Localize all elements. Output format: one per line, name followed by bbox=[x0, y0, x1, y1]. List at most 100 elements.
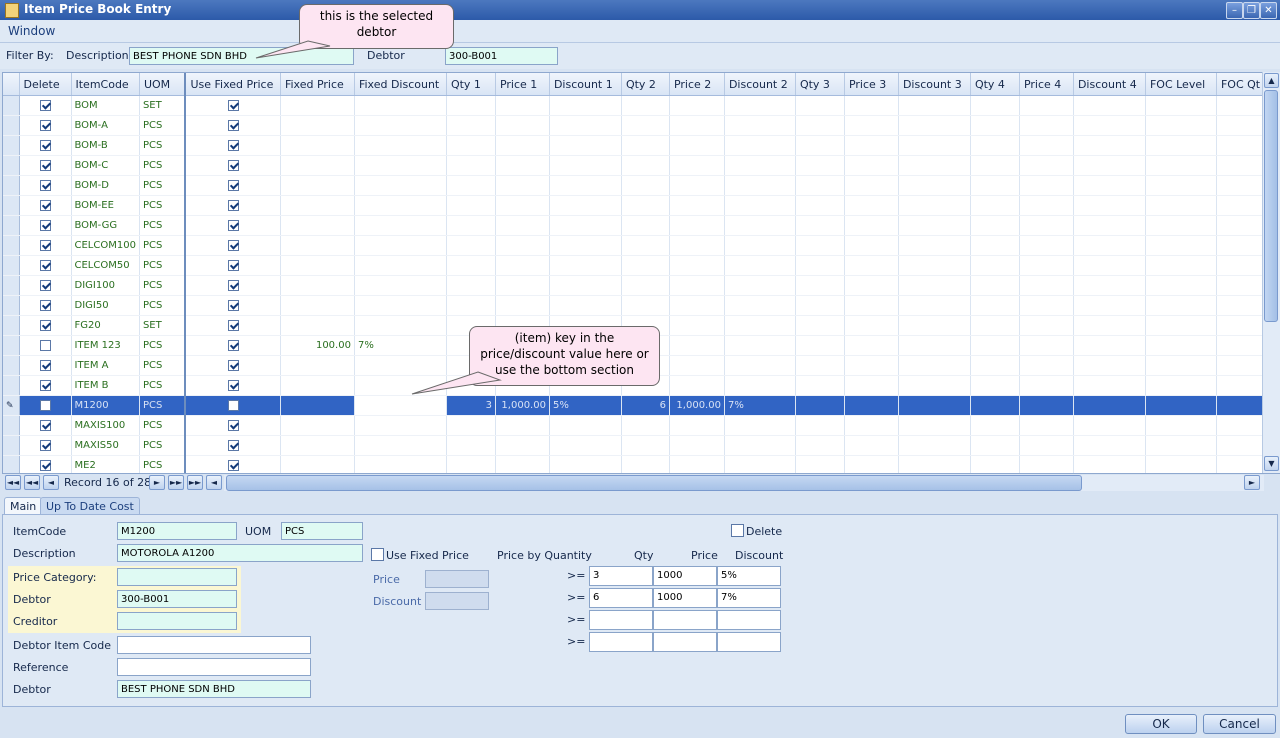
fixed-price-cell[interactable] bbox=[280, 415, 355, 436]
fixed-discount-cell[interactable] bbox=[354, 455, 447, 473]
use-fixed-price-cell[interactable] bbox=[185, 195, 281, 216]
use-fixed-price-checkbox[interactable] bbox=[227, 379, 239, 391]
disc2-cell[interactable] bbox=[724, 95, 796, 116]
foc-level-cell[interactable] bbox=[1145, 315, 1217, 336]
qty2-cell[interactable] bbox=[621, 275, 670, 296]
price2-cell[interactable] bbox=[669, 215, 725, 236]
fixed-discount-cell[interactable] bbox=[354, 415, 447, 436]
price2-cell[interactable] bbox=[669, 95, 725, 116]
qty4-cell[interactable] bbox=[970, 195, 1020, 216]
qty1-cell[interactable]: 3 bbox=[446, 395, 496, 416]
price1-cell[interactable]: 1,000.00 bbox=[495, 395, 550, 416]
table-row[interactable]: BOM-EE PCS bbox=[3, 195, 1277, 216]
fixed-discount-cell[interactable] bbox=[354, 135, 447, 156]
foc-level-cell[interactable] bbox=[1145, 115, 1217, 136]
use-fixed-price-cell[interactable] bbox=[185, 175, 281, 196]
disc3-cell[interactable] bbox=[898, 355, 971, 376]
use-fixed-price-cell[interactable] bbox=[185, 95, 281, 116]
price3-cell[interactable] bbox=[844, 315, 899, 336]
table-row[interactable]: MAXIS50 PCS bbox=[3, 435, 1277, 456]
use-fixed-price-cell[interactable] bbox=[185, 135, 281, 156]
qty2-cell[interactable] bbox=[621, 215, 670, 236]
prev-record-icon[interactable]: ◄ bbox=[43, 475, 59, 490]
disc4-cell[interactable] bbox=[1073, 435, 1146, 456]
column-header[interactable]: Discount 1 bbox=[549, 73, 622, 96]
qty1-cell[interactable] bbox=[446, 455, 496, 473]
disc2-cell[interactable]: 7% bbox=[724, 395, 796, 416]
qty3-cell[interactable] bbox=[795, 255, 845, 276]
disc4-cell[interactable] bbox=[1073, 135, 1146, 156]
disc2-cell[interactable] bbox=[724, 215, 796, 236]
price2-cell[interactable] bbox=[669, 195, 725, 216]
price1-cell[interactable] bbox=[495, 415, 550, 436]
qty3-cell[interactable] bbox=[795, 95, 845, 116]
qty2-cell[interactable] bbox=[621, 155, 670, 176]
fixed-discount-cell[interactable] bbox=[354, 395, 447, 416]
fixed-price-cell[interactable]: 100.00 bbox=[280, 335, 355, 356]
price3-cell[interactable] bbox=[844, 115, 899, 136]
disc1-cell[interactable] bbox=[549, 435, 622, 456]
price4-cell[interactable] bbox=[1019, 435, 1074, 456]
column-header[interactable]: Qty 4 bbox=[970, 73, 1020, 96]
disc4-cell[interactable] bbox=[1073, 175, 1146, 196]
qty2-cell[interactable] bbox=[621, 455, 670, 473]
price1-cell[interactable] bbox=[495, 255, 550, 276]
foc-level-cell[interactable] bbox=[1145, 395, 1217, 416]
qty4-cell[interactable] bbox=[970, 275, 1020, 296]
fixed-discount-cell[interactable] bbox=[354, 355, 447, 376]
disc3-cell[interactable] bbox=[898, 195, 971, 216]
disc1-cell[interactable] bbox=[549, 455, 622, 473]
column-header[interactable]: Qty 1 bbox=[446, 73, 496, 96]
foc-level-cell[interactable] bbox=[1145, 155, 1217, 176]
price4-cell[interactable] bbox=[1019, 415, 1074, 436]
delete-checkbox[interactable] bbox=[39, 299, 51, 311]
fixed-price-cell[interactable] bbox=[280, 115, 355, 136]
pbq-disc-field[interactable]: 5% bbox=[717, 566, 781, 586]
qty4-cell[interactable] bbox=[970, 335, 1020, 356]
price2-cell[interactable] bbox=[669, 355, 725, 376]
delete-cell[interactable] bbox=[19, 415, 72, 436]
column-header[interactable]: Discount 4 bbox=[1073, 73, 1146, 96]
price1-cell[interactable] bbox=[495, 155, 550, 176]
fixed-price-cell[interactable] bbox=[280, 135, 355, 156]
foc-level-cell[interactable] bbox=[1145, 355, 1217, 376]
qty2-cell[interactable] bbox=[621, 115, 670, 136]
use-fixed-price-checkbox[interactable] bbox=[227, 319, 239, 331]
pbq-price-field[interactable]: 1000 bbox=[653, 588, 717, 608]
next-page-icon[interactable]: ►► bbox=[168, 475, 184, 490]
qty2-cell[interactable] bbox=[621, 95, 670, 116]
disc3-cell[interactable] bbox=[898, 115, 971, 136]
vertical-scroll-thumb[interactable] bbox=[1264, 90, 1278, 322]
use-fixed-price-cell[interactable] bbox=[185, 455, 281, 473]
price4-cell[interactable] bbox=[1019, 275, 1074, 296]
qty3-cell[interactable] bbox=[795, 215, 845, 236]
foc-level-cell[interactable] bbox=[1145, 335, 1217, 356]
price3-cell[interactable] bbox=[844, 195, 899, 216]
disc1-cell[interactable]: 5% bbox=[549, 395, 622, 416]
delete-checkbox[interactable] bbox=[39, 399, 51, 411]
fixed-discount-cell[interactable] bbox=[354, 435, 447, 456]
qty3-cell[interactable] bbox=[795, 275, 845, 296]
disc3-cell[interactable] bbox=[898, 275, 971, 296]
use-fixed-price-cell[interactable] bbox=[185, 335, 281, 356]
itemcode-cell[interactable]: BOM bbox=[71, 95, 140, 116]
price3-cell[interactable] bbox=[844, 95, 899, 116]
qty1-cell[interactable] bbox=[446, 175, 496, 196]
itemcode-cell[interactable]: BOM-GG bbox=[71, 215, 140, 236]
fixed-price-cell[interactable] bbox=[280, 195, 355, 216]
delete-cell[interactable] bbox=[19, 295, 72, 316]
pbq-qty-field[interactable] bbox=[589, 610, 653, 630]
uom-cell[interactable]: PCS bbox=[139, 455, 187, 473]
price4-cell[interactable] bbox=[1019, 295, 1074, 316]
foc-level-cell[interactable] bbox=[1145, 375, 1217, 396]
close-icon[interactable]: ✕ bbox=[1260, 2, 1277, 19]
price2-cell[interactable] bbox=[669, 455, 725, 473]
delete-checkbox[interactable] bbox=[39, 199, 51, 211]
fixed-price-cell[interactable] bbox=[280, 275, 355, 296]
use-fixed-price-cell[interactable] bbox=[185, 435, 281, 456]
delete-checkbox[interactable] bbox=[39, 119, 51, 131]
itemcode-cell[interactable]: BOM-C bbox=[71, 155, 140, 176]
use-fixed-price-cell[interactable] bbox=[185, 155, 281, 176]
qty1-cell[interactable] bbox=[446, 415, 496, 436]
table-row[interactable]: CELCOM100 PCS bbox=[3, 235, 1277, 256]
